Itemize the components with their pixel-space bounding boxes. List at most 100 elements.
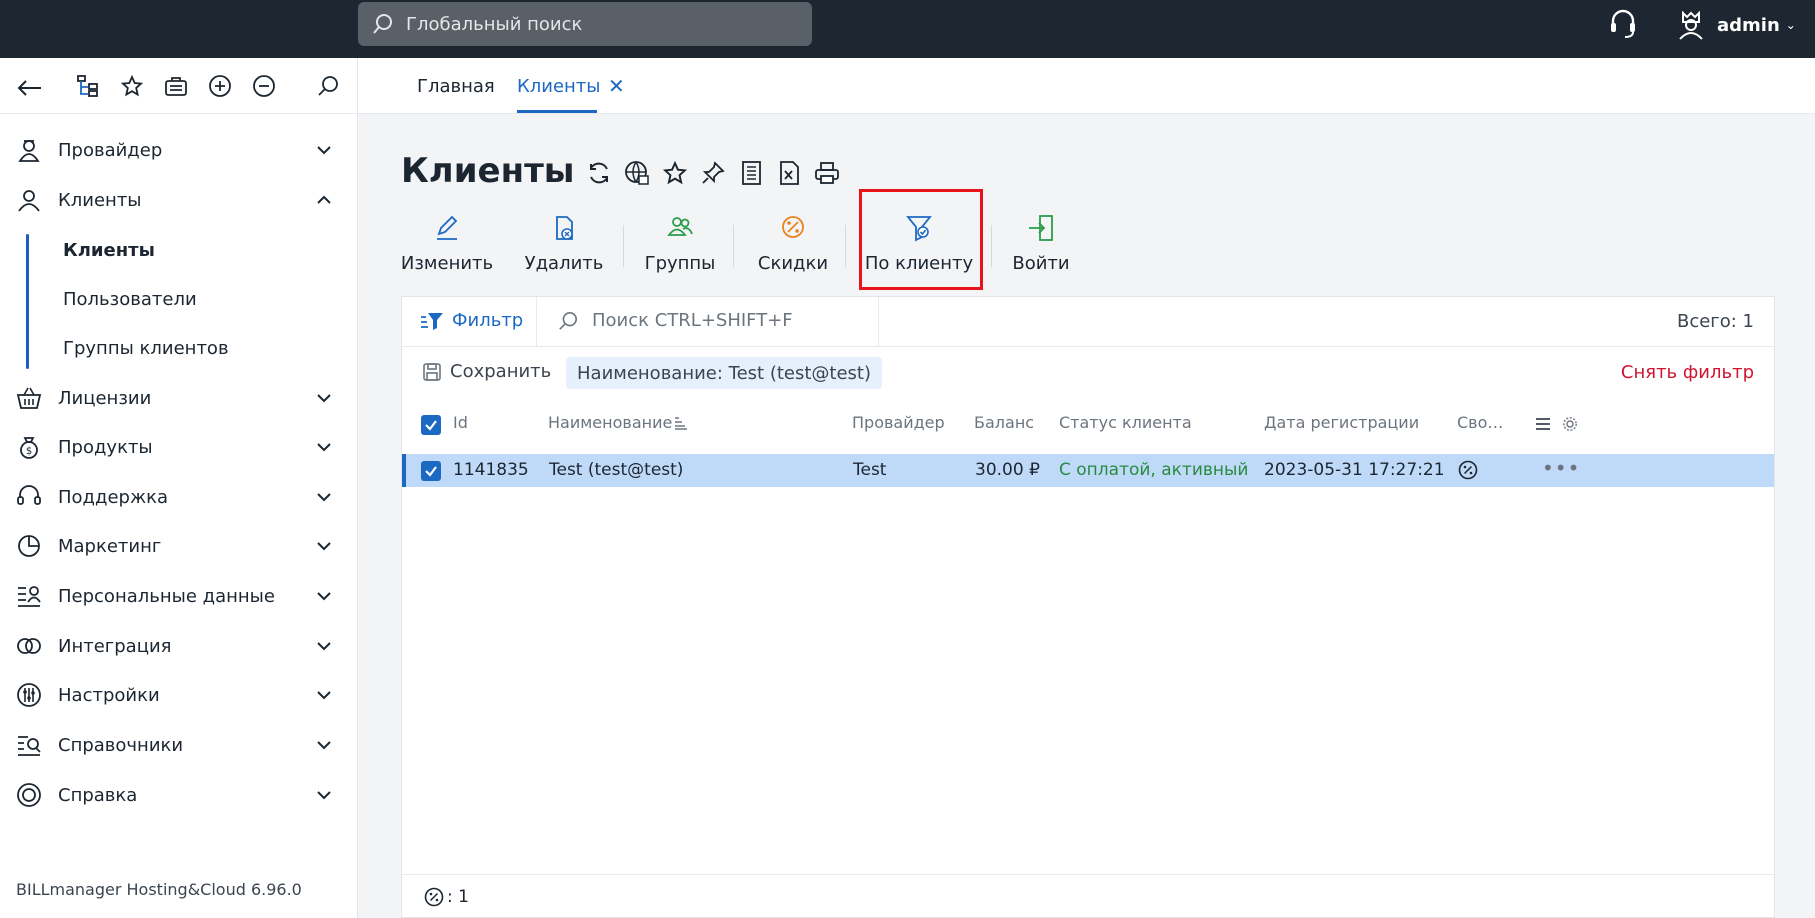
search-icon <box>318 76 338 96</box>
sidebar-subitem-label: Клиенты <box>63 239 155 261</box>
cell-name: Test (test@test) <box>549 460 684 480</box>
sidebar-item-marketing[interactable]: Маркетинг <box>0 524 358 568</box>
sidebar-item-label: Маркетинг <box>58 535 162 557</box>
cell-provider: Test <box>853 460 887 480</box>
sidebar-item-reference[interactable]: Справочники <box>0 723 358 767</box>
export-excel-button[interactable] <box>772 158 806 188</box>
sidebar-item-products[interactable]: $ Продукты <box>0 425 358 469</box>
sidebar-subitem-clients[interactable]: Клиенты <box>0 228 358 272</box>
cell-balance: 30.00 ₽ <box>975 460 1040 480</box>
column-provider[interactable]: Провайдер <box>852 413 945 432</box>
expand-all-button[interactable] <box>206 72 234 100</box>
support-button[interactable] <box>1608 8 1638 44</box>
collapse-all-button[interactable] <box>250 72 278 100</box>
toolbar-divider <box>845 225 846 267</box>
login-as-client-button[interactable]: Войти <box>1009 205 1073 285</box>
tree-view-button[interactable] <box>74 72 102 100</box>
column-client-status[interactable]: Статус клиента <box>1059 413 1192 432</box>
chevron-down-icon <box>317 394 331 403</box>
discounts-label: Скидки <box>757 253 829 274</box>
pin-button[interactable] <box>696 158 730 188</box>
sidebar-item-clients[interactable]: Клиенты <box>0 178 358 222</box>
favorite-button[interactable] <box>658 158 692 188</box>
select-all-checkbox[interactable] <box>421 415 441 435</box>
tab-bar: Главная Клиенты ✕ <box>358 58 1815 114</box>
groups-button[interactable]: Группы <box>641 205 719 285</box>
column-name-label: Наименование <box>548 413 673 432</box>
filter-divider <box>878 297 879 347</box>
web-link-button[interactable] <box>620 158 654 188</box>
refresh-icon <box>590 162 608 184</box>
menu-search-button[interactable] <box>314 72 342 100</box>
login-icon <box>1029 215 1053 241</box>
money-bag-icon: $ <box>20 437 38 459</box>
filter-bar: Фильтр Поиск CTRL+SHIFT+F Всего: 1 <box>402 297 1774 347</box>
clients-icon <box>18 190 40 212</box>
chevron-up-icon <box>317 195 331 204</box>
edit-button[interactable]: Изменить <box>401 205 493 285</box>
column-id[interactable]: Id <box>453 413 468 432</box>
sidebar-item-label: Персональные данные <box>58 585 275 607</box>
column-name[interactable]: Наименование <box>548 413 688 432</box>
table-search-input[interactable]: Поиск CTRL+SHIFT+F <box>558 310 793 331</box>
user-menu[interactable]: admin ⌄ <box>1677 10 1796 40</box>
briefcase-button[interactable] <box>162 72 190 100</box>
active-filter-bar: Сохранить Наименование: Test (test@test)… <box>402 347 1774 399</box>
search-icon <box>373 14 392 34</box>
sidebar-item-personal-data[interactable]: Персональные данные <box>0 574 358 618</box>
pie-chart-icon <box>18 535 40 557</box>
tab-home[interactable]: Главная <box>417 76 495 97</box>
back-button[interactable] <box>16 72 44 100</box>
global-search-input[interactable]: Глобальный поиск <box>358 2 812 46</box>
sidebar-item-licenses[interactable]: Лицензии <box>0 376 358 420</box>
log-button[interactable] <box>734 158 768 188</box>
excel-icon <box>780 161 799 185</box>
column-registration-date[interactable]: Дата регистрации <box>1264 413 1419 432</box>
discount-icon <box>782 216 804 238</box>
refresh-button[interactable] <box>582 158 616 188</box>
table-settings-icon[interactable] <box>1562 416 1578 432</box>
chevron-down-icon <box>317 146 331 155</box>
reference-icon <box>18 736 41 756</box>
save-filter-label: Сохранить <box>450 361 552 382</box>
sidebar-item-provider[interactable]: Провайдер <box>0 128 358 172</box>
column-balance[interactable]: Баланс <box>974 413 1034 432</box>
column-properties[interactable]: Сво… <box>1457 413 1503 432</box>
print-button[interactable] <box>810 158 844 188</box>
sidebar-item-integration[interactable]: Интеграция <box>0 624 358 668</box>
page-title: Клиенты <box>401 151 575 191</box>
table-row[interactable]: 1141835 Test (test@test) Test 30.00 ₽ С … <box>402 454 1774 487</box>
row-checkbox[interactable] <box>421 461 441 481</box>
row-more-icon[interactable]: ••• <box>1542 456 1580 480</box>
sidebar-item-label: Поддержка <box>58 486 169 508</box>
sidebar-subitem-client-groups[interactable]: Группы клиентов <box>0 326 358 370</box>
login-label: Войти <box>1012 253 1070 274</box>
close-tab-icon[interactable]: ✕ <box>608 74 625 98</box>
sidebar: Провайдер Клиенты Клиенты Пользователи Г… <box>0 58 358 918</box>
active-tab-indicator <box>517 110 597 113</box>
tab-clients[interactable]: Клиенты <box>517 76 601 97</box>
chevron-down-icon <box>317 493 331 502</box>
headset-icon <box>17 485 41 505</box>
cell-client-status: С оплатой, активный <box>1059 460 1249 480</box>
sidebar-item-help[interactable]: Справка <box>0 773 358 817</box>
favorites-button[interactable] <box>118 72 146 100</box>
column-menu-icon[interactable] <box>1534 416 1552 432</box>
tree-icon <box>77 75 98 97</box>
filter-button[interactable]: Фильтр <box>420 310 523 331</box>
globe-icon <box>625 161 649 185</box>
filter-chip[interactable]: Наименование: Test (test@test) <box>566 357 883 389</box>
discounts-button[interactable]: Скидки <box>751 205 835 285</box>
sidebar-item-settings[interactable]: Настройки <box>0 673 358 717</box>
sidebar-subitem-users[interactable]: Пользователи <box>0 277 358 321</box>
clear-filter-link[interactable]: Снять фильтр <box>1621 362 1754 383</box>
users-group-icon <box>667 217 693 236</box>
discount-icon <box>1458 460 1478 480</box>
sidebar-item-support[interactable]: Поддержка <box>0 475 358 519</box>
filter-divider <box>536 297 537 347</box>
delete-label: Удалить <box>524 253 604 274</box>
toolbar-divider <box>623 225 624 267</box>
delete-button[interactable]: Удалить <box>523 205 605 285</box>
save-filter-button[interactable]: Сохранить <box>422 361 551 382</box>
sidebar-item-label: Справочники <box>58 734 184 756</box>
